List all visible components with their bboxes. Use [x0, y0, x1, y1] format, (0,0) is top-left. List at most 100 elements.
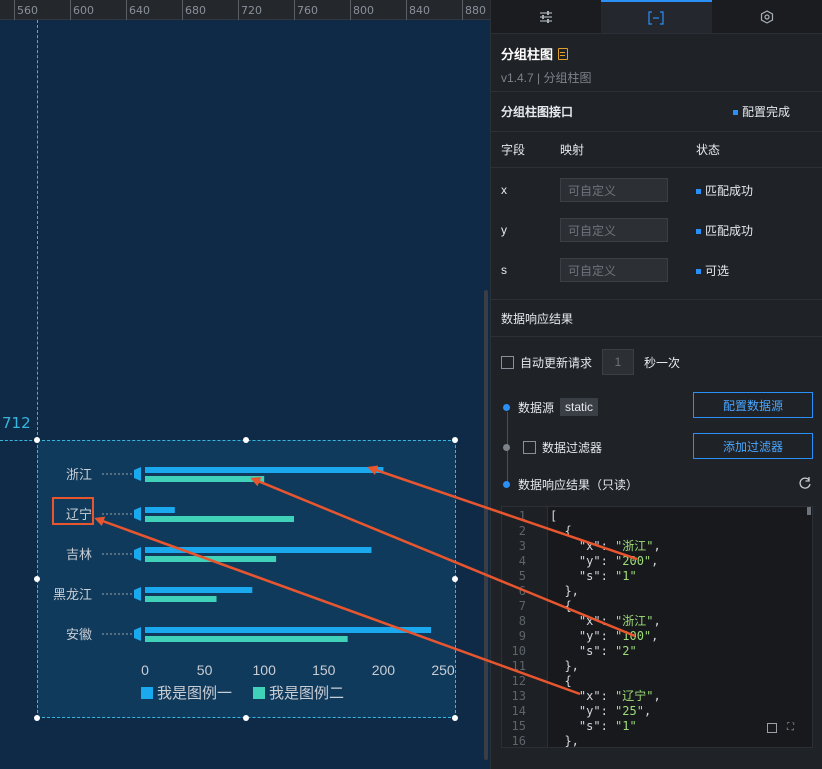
- code-key: "y":: [550, 554, 616, 568]
- resize-handle-tm[interactable]: [243, 437, 249, 443]
- category-marker: [134, 587, 141, 601]
- code-punct: ,: [653, 539, 661, 553]
- status-dot-icon: [696, 188, 701, 194]
- field-status: 匹配成功: [696, 222, 753, 239]
- result-label: 数据响应结果（只读）: [518, 478, 639, 492]
- line-number: 15: [511, 719, 526, 733]
- code-token: {: [550, 674, 572, 688]
- filter-checkbox[interactable]: [523, 441, 536, 454]
- code-scrollbar[interactable]: [807, 507, 811, 515]
- refresh-icon[interactable]: [798, 476, 812, 490]
- interface-status-text: 配置完成: [741, 105, 790, 119]
- auto-update-label: 自动更新请求: [520, 355, 593, 370]
- category-marker: [134, 507, 141, 521]
- step-dot-icon: [503, 403, 510, 411]
- component-title-row: 分组柱图: [501, 44, 812, 63]
- field-status-text: 匹配成功: [705, 183, 754, 198]
- code-text: "x": "浙江",: [550, 614, 661, 629]
- tab-style[interactable]: [491, 0, 601, 33]
- x-tick-label: 100: [253, 662, 277, 678]
- tab-data[interactable]: [601, 0, 712, 33]
- step-dot-icon: [503, 481, 510, 488]
- code-key: "y":: [550, 704, 616, 718]
- fullscreen-icon[interactable]: ⛶: [787, 723, 797, 733]
- mapping-input-s[interactable]: 可自定义: [560, 258, 668, 282]
- interval-unit: 秒一次: [644, 355, 681, 370]
- code-text: "x": "浙江",: [550, 539, 661, 554]
- code-string: "200": [615, 554, 652, 568]
- resize-handle-mr[interactable]: [452, 576, 458, 582]
- datasource-type-tag: static: [560, 398, 599, 416]
- ruler-tick: [294, 0, 295, 20]
- code-text: },: [550, 584, 578, 599]
- code-text: },: [550, 734, 578, 747]
- resize-handle-tl[interactable]: [34, 437, 40, 443]
- mapping-input-y[interactable]: 可自定义: [560, 218, 668, 242]
- bar-2: [145, 556, 277, 562]
- mapping-input-x[interactable]: 可自定义: [560, 178, 668, 202]
- resize-handle-ml[interactable]: [34, 576, 40, 582]
- code-text: {: [550, 674, 572, 689]
- document-icon[interactable]: [558, 47, 569, 60]
- line-number: 3: [518, 539, 526, 553]
- interval-input[interactable]: 1: [602, 349, 635, 375]
- legend-label: 我是图例二: [269, 685, 344, 702]
- code-string: "100": [615, 629, 652, 643]
- bar-1: [145, 627, 432, 633]
- code-key: "s":: [550, 644, 616, 658]
- canvas-scrollbar[interactable]: [484, 290, 488, 760]
- code-text: "s": "2": [550, 644, 637, 659]
- tab-interaction[interactable]: [712, 0, 822, 33]
- code-string: "2": [615, 644, 637, 658]
- col-header-field: 字段: [501, 143, 526, 157]
- copy-icon[interactable]: [767, 723, 777, 733]
- panel-tabs: [491, 0, 822, 34]
- chart-widget[interactable]: 浙江 辽宁 吉林 黑龙江 安徽 0 50 100 150 200 250 我是图例一 我是图例二: [37, 440, 456, 718]
- resize-handle-tr[interactable]: [452, 437, 458, 443]
- status-dot-icon: [696, 268, 701, 274]
- guide-position-label: 712: [2, 414, 31, 432]
- configure-datasource-button[interactable]: 配置数据源: [693, 392, 813, 418]
- code-key: "x":: [550, 614, 616, 628]
- interaction-icon: [760, 9, 773, 24]
- canvas-area[interactable]: 560 600 640 680 720 760 800 840 880 712 浙江 辽宁 吉林 黑龙…: [0, 0, 490, 769]
- response-title-text: 数据响应结果: [501, 311, 574, 326]
- resize-handle-bm[interactable]: [243, 715, 249, 721]
- code-key: "s":: [550, 569, 616, 583]
- resize-handle-br[interactable]: [452, 715, 458, 721]
- field-row-y: y 可自定义 匹配成功: [491, 210, 822, 250]
- ruler-label: 840: [409, 4, 430, 17]
- sliders-icon: [540, 10, 553, 23]
- interface-row: 分组柱图接口 配置完成: [491, 92, 822, 132]
- col-header-mapping: 映射: [560, 143, 585, 157]
- code-string: "25": [615, 704, 644, 718]
- auto-update-checkbox[interactable]: [501, 355, 514, 369]
- resize-handle-bl[interactable]: [34, 715, 40, 721]
- code-string: "辽宁": [615, 689, 654, 703]
- line-number: 2: [518, 524, 526, 538]
- code-token: },: [550, 659, 579, 673]
- auto-update-row: 自动更新请求 1 秒一次: [491, 337, 822, 387]
- status-dot-icon: [732, 110, 738, 116]
- vertical-guide-line: [37, 20, 38, 440]
- add-filter-button[interactable]: 添加过滤器: [693, 433, 813, 459]
- code-key: "x":: [550, 539, 616, 553]
- ruler-label: 760: [297, 4, 318, 17]
- step-dot-icon: [503, 444, 510, 451]
- code-key: "s":: [550, 719, 616, 733]
- result-row: 数据响应结果（只读）: [500, 476, 638, 493]
- code-string: "浙江": [615, 539, 654, 553]
- bar-2: [145, 476, 265, 482]
- code-string: "浙江": [615, 614, 654, 628]
- code-text: "y": "100",: [550, 629, 659, 644]
- x-tick-label: 0: [141, 662, 149, 678]
- datasource-row: 数据源 static: [500, 398, 599, 416]
- status-dot-icon: [696, 228, 701, 234]
- line-number: 13: [511, 689, 526, 703]
- response-code-viewer[interactable]: 1 [2 {3 "x": "浙江", 4 "y": "200", 5 "s": "1"…: [501, 506, 813, 748]
- response-section-title: 数据响应结果: [491, 299, 822, 337]
- category-marker: [134, 467, 141, 481]
- category-label: 浙江: [66, 467, 92, 482]
- field-status: 匹配成功: [696, 182, 753, 199]
- ruler-label: 600: [73, 4, 94, 17]
